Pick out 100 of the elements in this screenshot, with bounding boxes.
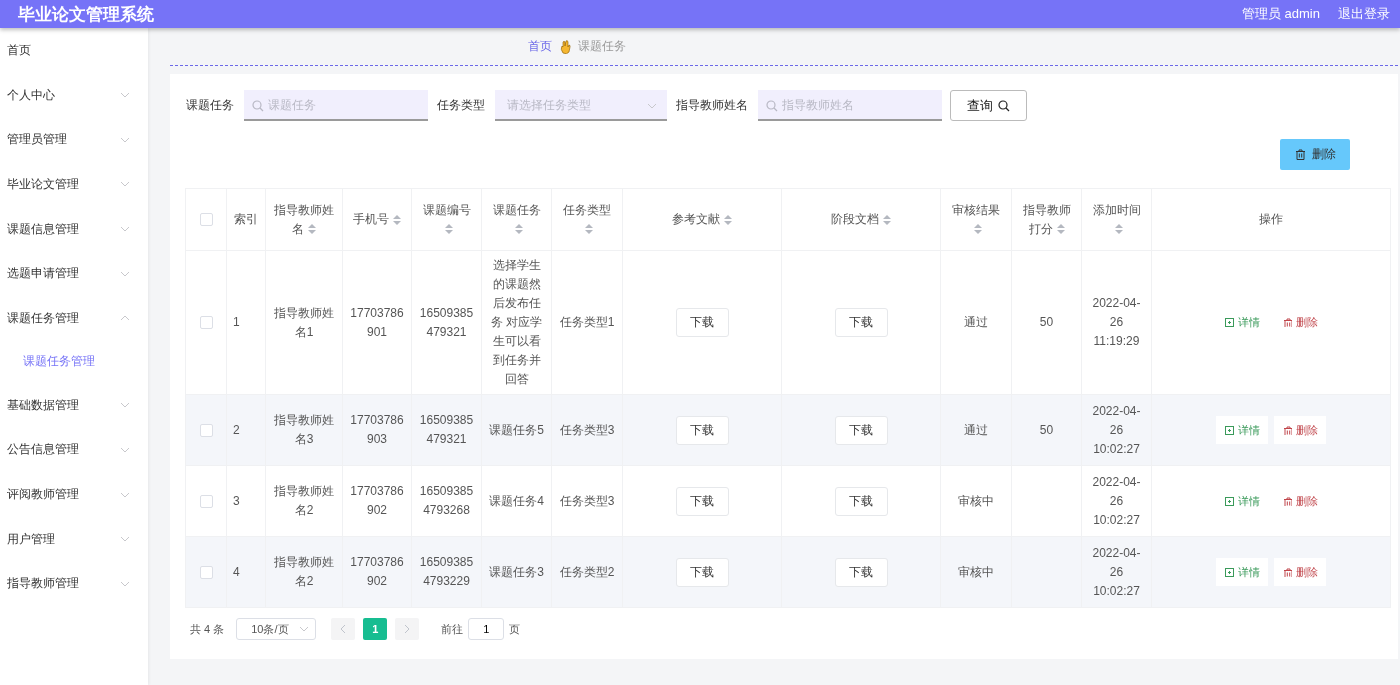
- table-cell: 2022-04-26 10:02:27: [1092, 403, 1141, 456]
- menu-item[interactable]: 课题信息管理: [0, 206, 148, 252]
- menu-item[interactable]: 课题任务管理: [0, 296, 148, 341]
- table-cell: 审核中: [958, 493, 994, 508]
- delete-button[interactable]: 删除: [1274, 416, 1326, 444]
- checkbox[interactable]: [199, 494, 213, 508]
- menu-label: 首页: [7, 41, 31, 59]
- page-unit-label: 页: [509, 621, 521, 637]
- search-icon: [766, 100, 778, 112]
- column-header: 操作: [1258, 211, 1284, 228]
- detail-button[interactable]: 详情: [1216, 416, 1268, 444]
- prev-page-button[interactable]: [331, 618, 356, 640]
- field-label: 任务类型: [437, 97, 485, 114]
- table-cell: 任务类型1: [559, 315, 615, 329]
- menu-item[interactable]: 毕业论文管理: [0, 162, 148, 207]
- menu-label: 指导教师管理: [7, 575, 79, 593]
- total-count: 共 4 条: [190, 621, 225, 637]
- edit-icon: [1224, 567, 1234, 577]
- trash-icon: [1282, 425, 1292, 435]
- table-cell: 50: [1039, 422, 1054, 437]
- menu-label: 课题信息管理: [7, 220, 79, 238]
- menu-label: 选题申请管理: [7, 265, 79, 283]
- menu-item[interactable]: 公告信息管理: [0, 427, 148, 473]
- search-icon: [998, 99, 1010, 112]
- table-cell: 选择学生的课题然后发布任务 对应学生可以看到任务并回答: [490, 258, 543, 386]
- menu-label: 用户管理: [7, 530, 55, 548]
- table-cell: 指导教师姓名1: [274, 305, 334, 339]
- menu-item[interactable]: 基础数据管理: [0, 382, 148, 428]
- table-cell: 2: [233, 422, 240, 437]
- table-cell: 任务类型3: [559, 493, 615, 508]
- table-cell: 1: [233, 315, 240, 329]
- checkbox[interactable]: [199, 316, 213, 330]
- table-cell: 50: [1039, 315, 1054, 329]
- trash-icon: [1294, 149, 1306, 160]
- next-page-button[interactable]: [395, 618, 420, 640]
- field-label: 课题任务: [186, 97, 234, 114]
- download-button[interactable]: 下载: [834, 415, 888, 445]
- download-button[interactable]: 下载: [834, 486, 888, 516]
- download-button[interactable]: 下载: [675, 557, 729, 587]
- table-cell: 课题任务4: [489, 493, 544, 508]
- hand-icon: [559, 39, 571, 54]
- edit-icon: [1224, 496, 1234, 506]
- delete-button[interactable]: 删除: [1274, 558, 1326, 586]
- table-cell: 16509385479321: [419, 413, 474, 446]
- chevron-left-icon: [340, 624, 347, 634]
- field-label: 指导教师姓名: [676, 97, 748, 114]
- menu-item[interactable]: 选题申请管理: [0, 251, 148, 297]
- menu-item[interactable]: 个人中心: [0, 72, 148, 118]
- table-cell: 3: [233, 493, 240, 508]
- menu-item[interactable]: 首页: [0, 28, 148, 73]
- trash-icon: [1282, 496, 1292, 506]
- download-button[interactable]: 下载: [675, 308, 729, 337]
- app-title: 毕业论文管理系统: [18, 3, 155, 26]
- chevron-right-icon: [404, 624, 411, 634]
- breadcrumb-item[interactable]: 首页: [528, 38, 552, 55]
- checkbox[interactable]: [199, 213, 213, 227]
- table-cell: 2022-04-26 10:02:27: [1092, 545, 1141, 598]
- menu-label: 课题任务管理: [7, 309, 79, 327]
- menu-item[interactable]: 管理员管理: [0, 117, 148, 163]
- menu-label: 个人中心: [7, 86, 55, 104]
- checkbox[interactable]: [199, 565, 213, 579]
- column-header: 索引: [233, 211, 259, 228]
- table-cell: 课题任务5: [489, 422, 544, 437]
- table-cell: 17703786902: [350, 555, 404, 588]
- menu-item[interactable]: 指导教师管理: [0, 561, 148, 607]
- download-button[interactable]: 下载: [834, 308, 888, 337]
- table-cell: 指导教师姓名2: [274, 484, 334, 517]
- menu-item[interactable]: 用户管理: [0, 516, 148, 562]
- table-cell: 指导教师姓名2: [274, 555, 334, 588]
- table-cell: 课题任务3: [489, 564, 544, 579]
- table-cell: 审核中: [958, 564, 994, 579]
- search-button[interactable]: 查询: [950, 90, 1027, 121]
- chevron-down-icon: [647, 103, 657, 109]
- checkbox[interactable]: [199, 423, 213, 437]
- menu-label: 基础数据管理: [7, 396, 79, 414]
- table-cell: 通过: [964, 422, 988, 437]
- table-cell: 165093854793229: [419, 555, 474, 588]
- delete-button[interactable]: 删除: [1280, 139, 1350, 170]
- menu-item[interactable]: 评阅教师管理: [0, 472, 148, 517]
- table-cell: 2022-04-26 10:02:27: [1092, 474, 1141, 527]
- table-cell: 任务类型2: [559, 564, 615, 579]
- search-icon: [252, 100, 264, 112]
- menu-label: 评阅教师管理: [7, 486, 79, 504]
- download-button[interactable]: 下载: [675, 486, 729, 516]
- logout-link[interactable]: 退出登录: [1338, 5, 1390, 23]
- table-cell: 2022-04-26 11:19:29: [1092, 296, 1141, 348]
- menu-label: 公告信息管理: [7, 441, 79, 459]
- menu-label: 毕业论文管理: [7, 175, 79, 193]
- goto-label: 前往: [441, 621, 464, 637]
- download-button[interactable]: 下载: [834, 557, 888, 587]
- table-cell: 任务类型3: [559, 422, 615, 437]
- table-cell: 165093854793268: [419, 484, 474, 517]
- submenu-item[interactable]: 课题任务管理: [0, 340, 148, 383]
- table-cell: 17703786902: [350, 484, 404, 517]
- page-input[interactable]: 1: [468, 618, 505, 640]
- table-cell: 17703786903: [350, 413, 404, 446]
- table-cell: 指导教师姓名3: [274, 413, 334, 446]
- download-button[interactable]: 下载: [675, 415, 729, 445]
- page-size-select[interactable]: 10条/页: [236, 618, 317, 640]
- detail-button[interactable]: 详情: [1216, 558, 1268, 586]
